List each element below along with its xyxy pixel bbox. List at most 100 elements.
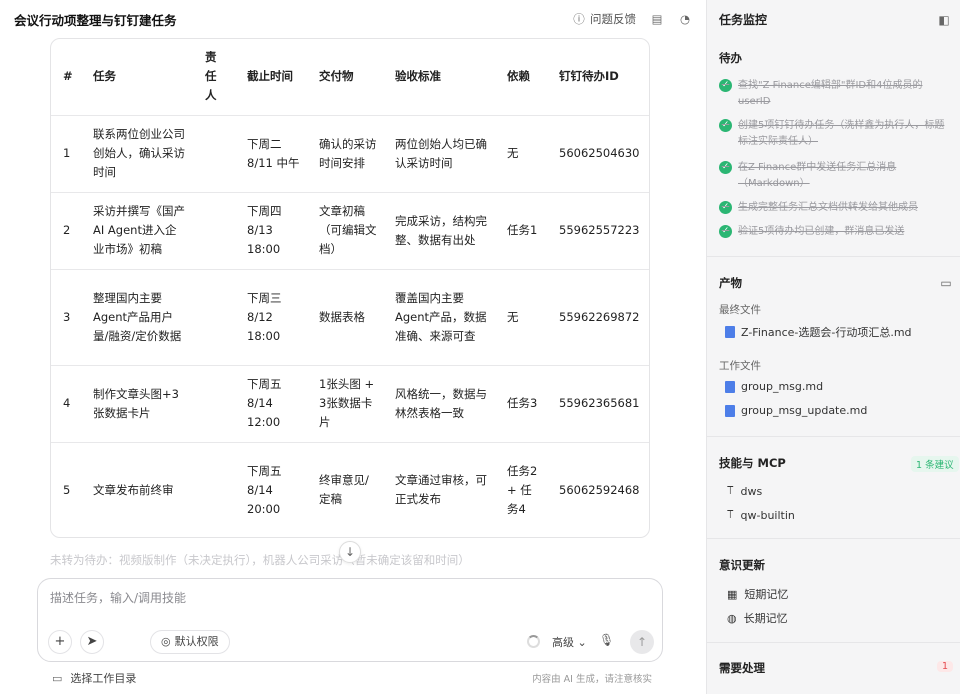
skill-item[interactable]: ⟙ dws <box>727 484 762 498</box>
add-button[interactable]: + <box>48 630 72 654</box>
table-row: 3 整理国内主要Agent产品用户量/融资/定价数据 下周三 8/12 18:0… <box>51 268 649 365</box>
task-table: # 任务 责任人 截止时间 交付物 验收标准 依赖 钉钉待办ID 1 联系两位创… <box>51 39 649 537</box>
cell-dingtalk-id: 55962557223 <box>547 191 649 269</box>
mic-icon[interactable]: 🎙 <box>599 633 614 647</box>
table-row: 5 文章发布前终审 下周五 8/14 20:00 终审意见/定稿 文章通过审核，… <box>51 441 649 537</box>
markdown-file-icon <box>725 326 735 338</box>
feedback-button[interactable]: ⓘ 问题反馈 <box>572 11 636 27</box>
check-icon: ✓ <box>719 119 732 132</box>
skill-name: qw-builtin <box>740 508 795 522</box>
cell-owner <box>193 364 235 442</box>
cell-owner <box>193 114 235 192</box>
cell-criteria: 风格统一，数据与林然表格一致 <box>383 364 495 442</box>
scroll-down-button[interactable]: ↓ <box>339 541 361 563</box>
tool-icon: ⟙ <box>727 508 734 521</box>
memory-name: 短期记忆 <box>744 588 789 601</box>
cell-criteria: 文章通过审核，可正式发布 <box>383 441 495 537</box>
file-item[interactable]: Z-Finance-选题会-行动项汇总.md <box>725 324 912 340</box>
cell-deliverable: 数据表格 <box>307 268 383 365</box>
skill-item[interactable]: ⟙ qw-builtin <box>727 508 795 522</box>
attention-section-title: 需要处理 <box>719 661 765 675</box>
cell-task: 采访并撰写《国产AI Agent进入企业市场》初稿 <box>81 191 193 269</box>
file-name: group_msg.md <box>741 380 824 393</box>
memory-item[interactable]: ◍ 长期记忆 <box>727 610 788 626</box>
cell-num: 4 <box>51 364 81 442</box>
column-header: 依赖 <box>507 69 530 84</box>
cell-dingtalk-id: 56062592468 <box>547 441 649 537</box>
page-title: 会议行动项整理与钉钉建任务 <box>14 12 177 28</box>
top-actions: ⓘ 问题反馈 ▤ ◔ <box>572 11 692 27</box>
cell-owner <box>193 268 235 365</box>
column-header: # <box>63 69 73 84</box>
mode-select[interactable]: 高级 ⌄ <box>552 634 587 650</box>
composer: + ➤ ◎ 默认权限 高级 ⌄ 🎙 ↑ <box>37 578 663 662</box>
mode-label: 高级 <box>552 636 574 649</box>
cell-dependency: 任务2 + 任务4 <box>495 441 547 537</box>
attention-count-badge: 1 <box>937 661 954 672</box>
send-button[interactable]: ↑ <box>630 630 654 654</box>
feedback-label: 问题反馈 <box>590 12 636 26</box>
cell-due: 下周五 8/14 20:00 <box>235 441 307 537</box>
panel-title: 任务监控 <box>719 13 768 27</box>
cell-due: 下周四 8/13 18:00 <box>235 191 307 269</box>
chevron-down-icon: ⌄ <box>577 636 587 649</box>
divider <box>707 642 960 643</box>
table-header-row: # 任务 责任人 截止时间 交付物 验收标准 依赖 钉钉待办ID <box>51 39 649 115</box>
permission-button[interactable]: ◎ 默认权限 <box>150 630 230 654</box>
task-input[interactable] <box>50 591 630 605</box>
layout-icon[interactable]: ▤ <box>650 12 664 26</box>
memory-item[interactable]: ▦ 短期记忆 <box>727 586 788 602</box>
markdown-file-icon <box>725 404 735 417</box>
workdir-select[interactable]: 选择工作目录 <box>70 670 136 686</box>
cell-num: 3 <box>51 268 81 365</box>
todo-text: 查找"Z Finance编辑部"群ID和4位成员的userID <box>738 80 923 107</box>
divider <box>707 538 960 539</box>
file-item[interactable]: group_msg.md <box>725 380 823 393</box>
cell-due: 下周三 8/12 18:00 <box>235 268 307 365</box>
cell-task: 整理国内主要Agent产品用户量/融资/定价数据 <box>81 268 193 365</box>
column-header: 钉钉待办ID <box>559 69 619 84</box>
todo-text: 生成完整任务汇总文档供转发给其他成员 <box>738 202 918 213</box>
chat-area: 会议行动项整理与钉钉建任务 ⓘ 问题反馈 ▤ ◔ # 任务 责任人 截止时间 交… <box>0 0 706 694</box>
skills-section-title: 技能与 MCP <box>719 456 786 470</box>
todo-item: ✓ 验证5项待办均已创建，群消息已发送 <box>719 224 951 240</box>
column-header: 任务 <box>93 69 116 84</box>
gauge-icon[interactable]: ◔ <box>678 12 692 26</box>
column-header: 截止时间 <box>247 69 293 84</box>
loading-spinner-icon <box>527 635 540 648</box>
cell-due: 下周二 8/11 中午 <box>235 114 307 192</box>
cell-dependency: 任务1 <box>495 191 547 269</box>
cell-deliverable: 文章初稿（可编辑文档） <box>307 191 383 269</box>
cell-criteria: 两位创始人均已确认采访时间 <box>383 114 495 192</box>
permission-label: 默认权限 <box>174 635 219 648</box>
file-item[interactable]: group_msg_update.md <box>725 404 867 417</box>
todo-text: 验证5项待办均已创建，群消息已发送 <box>738 226 905 237</box>
cell-num: 5 <box>51 441 81 537</box>
cell-owner <box>193 191 235 269</box>
help-circle-icon: ⓘ <box>573 12 585 26</box>
check-icon: ✓ <box>719 161 732 174</box>
suggestion-badge[interactable]: 1 条建议 <box>911 456 959 472</box>
cell-due: 下周五 8/14 12:00 <box>235 364 307 442</box>
cell-dingtalk-id: 55962269872 <box>547 268 649 365</box>
column-header: 验收标准 <box>395 69 441 84</box>
sidebar-toggle-icon[interactable]: ◧ <box>937 13 951 27</box>
folder-open-icon[interactable]: ▭ <box>939 276 953 290</box>
table-row: 4 制作文章头图+3张数据卡片 下周五 8/14 12:00 1张头图 + 3张… <box>51 364 649 442</box>
task-monitor-panel: 任务监控 ◧ 待办 ✓ 查找"Z Finance编辑部"群ID和4位成员的user… <box>706 0 960 694</box>
database-icon: ◍ <box>727 611 737 625</box>
cell-num: 1 <box>51 114 81 192</box>
cell-deliverable: 终审意见/定稿 <box>307 441 383 537</box>
calendar-icon: ▦ <box>727 587 738 601</box>
tool-icon: ⟙ <box>727 484 734 497</box>
file-name: Z-Finance-选题会-行动项汇总.md <box>741 326 912 339</box>
check-icon: ✓ <box>719 225 732 238</box>
markdown-file-icon <box>725 380 735 393</box>
cell-dingtalk-id: 55962365681 <box>547 364 649 442</box>
file-name: group_msg_update.md <box>741 404 868 417</box>
memory-name: 长期记忆 <box>743 612 788 625</box>
cell-criteria: 覆盖国内主要Agent产品，数据准确、来源可查 <box>383 268 495 365</box>
folder-icon[interactable]: ▭ <box>52 672 62 685</box>
todo-item: ✓ 在Z Finance群中发送任务汇总消息（Markdown） <box>719 160 951 192</box>
pin-icon[interactable]: ➤ <box>80 630 104 654</box>
